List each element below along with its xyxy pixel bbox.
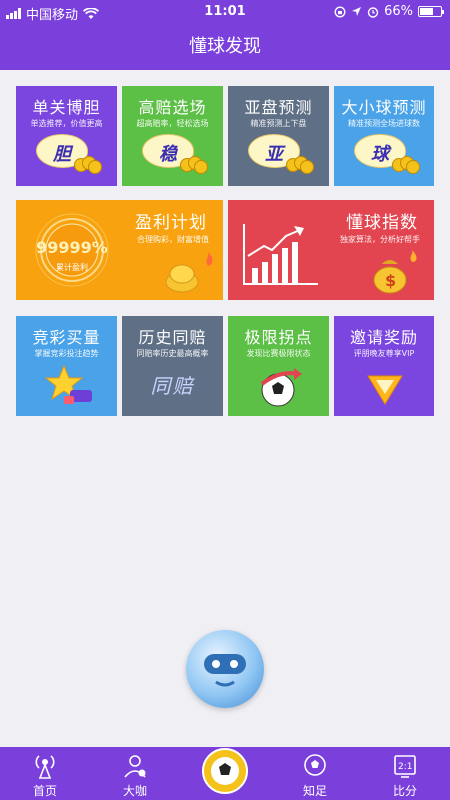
center-mascot-icon (202, 748, 248, 794)
bubble-coins-icon: 胆 (16, 86, 117, 186)
tab-label: 首页 (32, 784, 57, 798)
tab-center-mascot[interactable] (180, 747, 270, 800)
status-bar: 中国移动 11:01 66% (0, 0, 450, 24)
tab-label: 大咖 (122, 784, 147, 798)
broadcast-icon (35, 755, 55, 779)
tab-experts[interactable]: 大咖 (90, 747, 180, 800)
svg-text:$: $ (385, 271, 396, 290)
card-index[interactable]: 懂球指数 独家算法，分析好帮手 $ (228, 200, 434, 300)
screen-lock-icon (334, 5, 346, 18)
card-subtitle: 发现比赛极限状态 (246, 349, 311, 358)
card-asian-handicap[interactable]: 亚盘预测 精准预测上下盘 亚 (228, 86, 329, 186)
robot-face-icon (204, 654, 246, 687)
battery-icon (418, 6, 444, 17)
card-title: 懂球指数 (346, 213, 418, 233)
bubble-coins-icon: 亚 (228, 86, 329, 186)
profit-ring: 99999% 累计盈利 (24, 210, 120, 290)
tab-scores[interactable]: 2:1 比分 (360, 747, 450, 800)
battery-percent: 66% (384, 4, 413, 19)
tab-home[interactable]: 首页 (0, 747, 90, 800)
card-title: 历史同赔 (138, 328, 207, 347)
tab-label: 比分 (392, 784, 417, 798)
tab-knowledge[interactable]: 知足 (270, 747, 360, 800)
card-profit-plan[interactable]: 盈利计划 合理购彩，财富增值 99999% 累计盈利 (16, 200, 223, 300)
card-invite-reward[interactable]: 邀请奖励 评朋晚友尊享VIP (334, 316, 434, 416)
card-title: 邀请奖励 (349, 328, 418, 347)
scoreboard-icon: 2:1 (394, 755, 416, 778)
card-over-under[interactable]: 大小球预测 精准预测全场进球数 球 (334, 86, 434, 186)
svg-text:2:1: 2:1 (398, 762, 412, 772)
ring-value: 99999% (36, 238, 108, 257)
card-subtitle: 评朋晚友尊享VIP (353, 349, 415, 358)
location-arrow-icon (352, 7, 362, 16)
football-knowledge-icon (304, 754, 326, 776)
card-title: 竞彩买量 (32, 328, 101, 347)
card-title: 极限拐点 (244, 328, 313, 347)
card-betting-volume[interactable]: 竞彩买量 掌握竞彩投注趋势 (16, 316, 117, 416)
vip-diamond-icon (364, 368, 406, 408)
money-bag-icon: $ (364, 248, 424, 296)
floating-assistant-button[interactable] (186, 630, 264, 708)
page-title: 懂球发现 (0, 24, 450, 70)
calligraphy-glyph: 同赔 (150, 374, 195, 398)
bubble-coins-icon: 稳 (122, 86, 223, 186)
card-high-odds[interactable]: 高赔选场 超高赔率，轻松选场 稳 (122, 86, 223, 186)
card-subtitle: 掌握竞彩投注趋势 (34, 349, 99, 358)
tab-label: 知足 (302, 784, 327, 798)
football-arrow-icon (256, 364, 304, 412)
card-title: 盈利计划 (135, 213, 207, 233)
card-subtitle: 合理购彩，财富增值 (137, 235, 209, 244)
card-limit-turn[interactable]: 极限拐点 发现比赛极限状态 (228, 316, 329, 416)
card-single-pick[interactable]: 单关博胆 单选推荐，价值更高 胆 (16, 86, 117, 186)
bar-chart-icon (242, 222, 320, 286)
card-subtitle: 同赔率历史最高概率 (136, 349, 209, 358)
bubble-coins-icon: 球 (334, 86, 434, 186)
bottom-tab-bar: 首页 大咖 知足 2:1 比分 (0, 747, 450, 800)
alarm-icon (367, 6, 379, 18)
star-badge-icon (42, 364, 96, 408)
gold-ingot-icon (156, 252, 216, 296)
card-subtitle: 独家算法，分析好帮手 (340, 235, 420, 244)
card-historical-odds[interactable]: 历史同赔 同赔率历史最高概率 同赔 (122, 316, 223, 416)
ring-label: 累计盈利 (56, 263, 88, 272)
expert-user-icon (124, 755, 146, 778)
